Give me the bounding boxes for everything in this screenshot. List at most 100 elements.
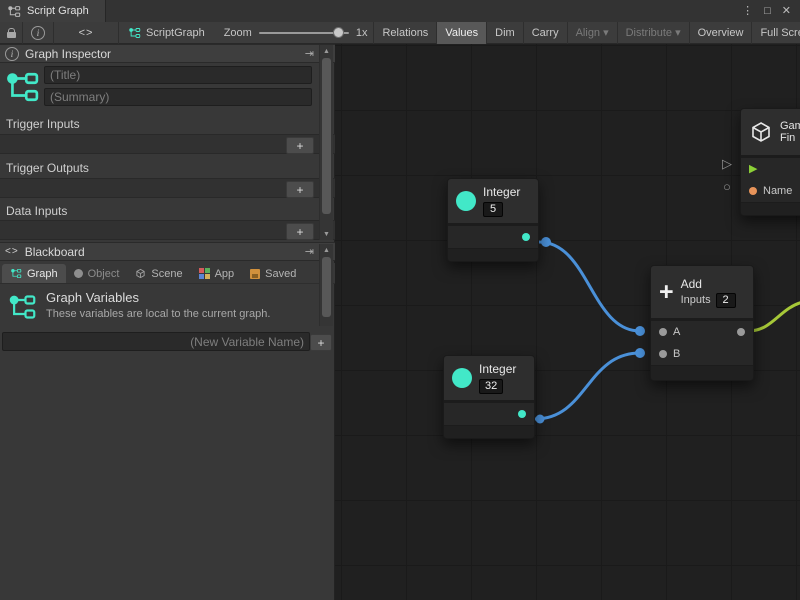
- port-b-label: B: [673, 348, 680, 360]
- align-button[interactable]: Align ▾: [568, 22, 617, 44]
- distribute-label: Distribute: [626, 27, 672, 39]
- window-maximize-icon[interactable]: □: [764, 6, 771, 17]
- dim-button[interactable]: Dim: [487, 22, 523, 44]
- integer-value-field[interactable]: 5: [483, 202, 503, 217]
- distribute-button[interactable]: Distribute ▾: [618, 22, 689, 44]
- window-close-icon[interactable]: ✕: [782, 6, 791, 17]
- blackboard-icon: <>: [5, 246, 19, 257]
- scroll-up-icon[interactable]: ▲: [320, 244, 333, 256]
- node-header[interactable]: + Add Inputs 2: [651, 266, 753, 318]
- zoom-slider-handle[interactable]: [333, 27, 344, 38]
- graph-icon: [8, 292, 36, 322]
- node-add[interactable]: + Add Inputs 2 A B: [650, 265, 754, 381]
- inspect-button[interactable]: i: [23, 22, 53, 44]
- node-find[interactable]: Gam Fin ▶ Name: [740, 108, 800, 216]
- node-ports: A B: [651, 321, 753, 365]
- trigger-inputs-label: Trigger Inputs: [6, 117, 80, 131]
- inspector-scrollbar-thumb[interactable]: [322, 58, 331, 214]
- node-footer: [651, 365, 753, 380]
- edit-graph-button[interactable]: <>: [54, 22, 118, 44]
- carry-button[interactable]: Carry: [524, 22, 567, 44]
- values-button[interactable]: Values: [437, 22, 486, 44]
- wire-add-output: [748, 302, 800, 331]
- code-icon: <>: [79, 27, 94, 39]
- data-inputs-list: +: [0, 220, 335, 240]
- tab-object[interactable]: Object: [66, 264, 128, 283]
- tab-script-graph[interactable]: Script Graph: [0, 0, 106, 22]
- tab-scene[interactable]: Scene: [127, 264, 190, 283]
- graph-inspector-header: i Graph Inspector ⇥: [0, 44, 335, 63]
- wire-endpoint: [536, 415, 545, 424]
- tab-app[interactable]: App: [191, 264, 243, 283]
- new-variable-input[interactable]: [2, 332, 310, 351]
- node-footer: [741, 202, 800, 215]
- inspector-scrollbar[interactable]: ▲ ▼: [319, 45, 333, 240]
- node-header[interactable]: Integer 32: [444, 356, 534, 400]
- input-port-a[interactable]: [659, 328, 667, 336]
- node-title: Integer: [483, 185, 520, 199]
- output-port[interactable]: [518, 410, 526, 418]
- add-trigger-input-button[interactable]: +: [286, 137, 314, 154]
- flow-port-outline-icon[interactable]: ▷: [722, 157, 732, 170]
- value-port-outline-icon[interactable]: ○: [723, 180, 731, 193]
- dock-icon[interactable]: ⇥: [305, 47, 314, 60]
- tab-saved[interactable]: Saved: [242, 264, 304, 283]
- graph-icon: [128, 27, 141, 39]
- tab-scene-label: Scene: [151, 268, 182, 280]
- fullscreen-label: Full Screen: [760, 27, 800, 39]
- node-title-line2: Fin: [780, 132, 795, 144]
- lock-button[interactable]: [0, 22, 22, 44]
- graph-icon: [7, 5, 21, 18]
- window-menu-icon[interactable]: ⋮: [742, 6, 753, 17]
- fullscreen-button[interactable]: Full Screen: [752, 22, 800, 44]
- breadcrumb-label: ScriptGraph: [146, 27, 205, 39]
- integer-icon: [452, 368, 472, 388]
- flow-input-port-icon[interactable]: ▶: [749, 164, 757, 175]
- scroll-down-icon[interactable]: ▼: [320, 228, 333, 240]
- script-graph-window: Script Graph ⋮ □ ✕ i <> ScriptGraph: [0, 0, 800, 600]
- node-ports: ▶ Name: [741, 158, 800, 202]
- output-port[interactable]: [737, 328, 745, 336]
- graph-icon: [5, 68, 39, 106]
- breadcrumb[interactable]: ScriptGraph: [119, 22, 214, 44]
- node-header[interactable]: Integer 5: [448, 179, 538, 223]
- integer-value-field[interactable]: 32: [479, 379, 503, 394]
- carry-label: Carry: [532, 27, 559, 39]
- relations-label: Relations: [382, 27, 428, 39]
- title-field[interactable]: [44, 66, 312, 84]
- graph-variables-description: These variables are local to the current…: [46, 308, 326, 320]
- node-integer-32[interactable]: Integer 32: [443, 355, 535, 439]
- name-input-port[interactable]: [749, 187, 757, 195]
- add-data-input-button[interactable]: +: [286, 223, 314, 240]
- summary-field[interactable]: [44, 88, 312, 106]
- graph-inspector-title: Graph Inspector: [25, 47, 111, 61]
- add-trigger-output-button[interactable]: +: [286, 181, 314, 198]
- node-header[interactable]: Gam Fin: [741, 109, 800, 155]
- wire-integer5-to-a: [539, 242, 640, 331]
- overview-button[interactable]: Overview: [690, 22, 752, 44]
- blackboard-scrollbar-thumb[interactable]: [322, 257, 331, 317]
- inputs-count-field[interactable]: 2: [716, 293, 736, 308]
- graph-variables-block: Graph Variables These variables are loca…: [46, 290, 326, 320]
- node-footer: [444, 425, 534, 438]
- blackboard-scrollbar[interactable]: ▲: [319, 244, 333, 326]
- relations-button[interactable]: Relations: [374, 22, 436, 44]
- graph-icon: [10, 268, 22, 279]
- port-row-a: A: [651, 321, 753, 343]
- tab-saved-label: Saved: [265, 268, 296, 280]
- node-footer: [448, 248, 538, 261]
- trigger-inputs-list: +: [0, 134, 335, 154]
- tab-graph[interactable]: Graph: [2, 264, 66, 283]
- add-icon: +: [659, 282, 674, 302]
- add-variable-button[interactable]: +: [310, 334, 332, 351]
- output-port[interactable]: [522, 233, 530, 241]
- blackboard-header: <> Blackboard ⇥: [0, 242, 335, 261]
- scroll-up-icon[interactable]: ▲: [320, 45, 333, 57]
- input-port-b[interactable]: [659, 350, 667, 358]
- dock-icon[interactable]: ⇥: [305, 245, 314, 258]
- graph-canvas[interactable]: Integer 5 Integer 32: [335, 44, 800, 600]
- tab-graph-label: Graph: [27, 268, 58, 280]
- zoom-slider[interactable]: [259, 22, 349, 44]
- overview-label: Overview: [698, 27, 744, 39]
- node-integer-5[interactable]: Integer 5: [447, 178, 539, 262]
